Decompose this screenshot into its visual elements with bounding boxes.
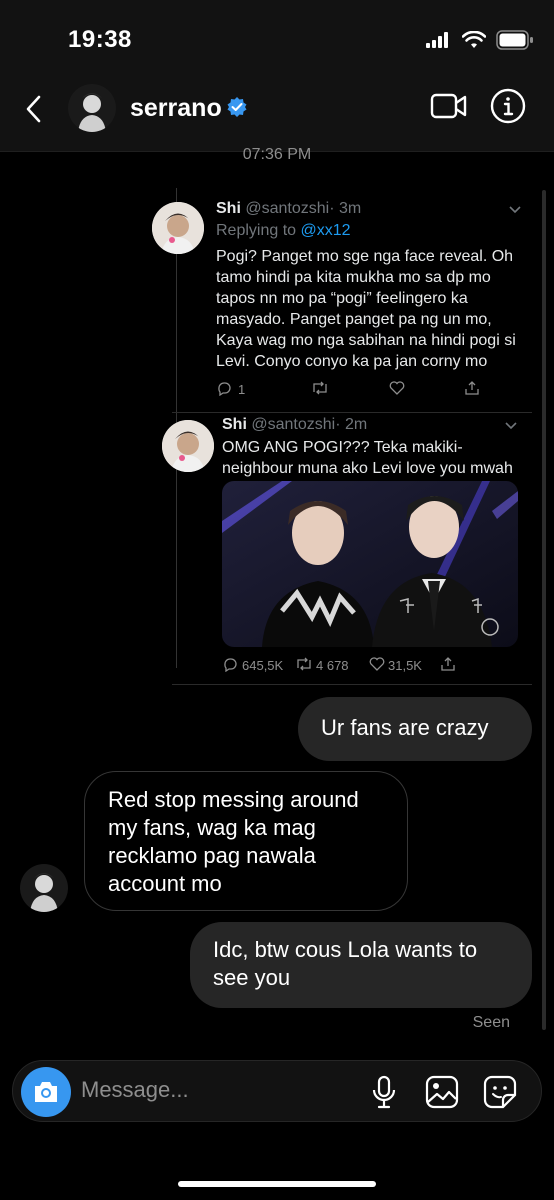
- tweet-text-line: Pogi? Panget mo sge nga face reveal. Oh: [216, 248, 514, 265]
- quoted-tweet-age: · 2m: [335, 416, 368, 433]
- sticker-button[interactable]: [483, 1075, 517, 1114]
- tweet-photo: [222, 481, 518, 647]
- message-timestamp: 07:36 PM: [242, 146, 312, 163]
- replying-to-mention: @xx12: [300, 222, 351, 239]
- tweet-text-line: Levi. Conyo conyo ka pa jan corny mo: [216, 353, 488, 370]
- retweet-icon: [310, 380, 388, 399]
- microphone-icon: [371, 1075, 397, 1113]
- message-bubble-incoming[interactable]: Red stop messing around my fans, wag ka …: [84, 771, 408, 911]
- quoted-retweet-count: 4 678: [316, 658, 349, 673]
- like-icon: [388, 380, 464, 399]
- tweet-text-line: Kaya wag mo nga sabihan na hindi pogi si: [216, 332, 516, 349]
- gallery-icon: [425, 1075, 459, 1113]
- battery-icon: [496, 30, 534, 55]
- share-icon: [440, 656, 456, 675]
- tweet-text-line: tapos nn mo pa “pogi” feelingero ka: [216, 290, 468, 307]
- tweet-divider: [172, 412, 532, 413]
- contact-name[interactable]: serrano: [130, 94, 222, 123]
- quoted-like-count: 31,5K: [388, 658, 422, 673]
- back-button[interactable]: [20, 94, 50, 124]
- shared-tweet-image[interactable]: Shi @santozshi· 3m Replying to @xx12 Pog…: [152, 188, 532, 688]
- home-indicator[interactable]: [178, 1181, 376, 1187]
- message-text-line: recklamo pag nawala: [108, 843, 316, 868]
- sender-avatar[interactable]: [20, 864, 68, 912]
- quoted-tweet-actions: 645,5K 4 678 31,5K: [222, 656, 522, 675]
- tweet-text: Pogi? Panget mo sge nga face reveal. Oh …: [216, 246, 532, 372]
- message-text-line: my fans, wag ka mag: [108, 815, 316, 840]
- message-bubble-outgoing[interactable]: Idc, btw cous Lola wants to see you: [190, 922, 532, 1008]
- message-text-line: account mo: [108, 871, 222, 896]
- retweet-icon: [294, 656, 314, 675]
- quoted-tweet-text: OMG ANG POGI??? Teka makiki- neighbour m…: [222, 437, 522, 479]
- video-call-icon: [430, 93, 468, 124]
- message-text-line: Idc, btw cous Lola wants to: [213, 937, 478, 962]
- tweet-avatar: [152, 202, 204, 254]
- back-arrow-icon: [20, 95, 50, 128]
- signal-icon: [426, 32, 452, 53]
- chat-header: serrano: [0, 80, 554, 152]
- reply-icon: [216, 380, 232, 399]
- scrollbar[interactable]: [542, 190, 546, 1030]
- message-bubble-outgoing[interactable]: Ur fans are crazy: [298, 697, 532, 761]
- chevron-down-icon: [504, 418, 518, 434]
- chevron-down-icon: [508, 202, 522, 218]
- message-input[interactable]: [81, 1077, 341, 1103]
- camera-button[interactable]: [21, 1067, 71, 1117]
- reply-count: 1: [238, 382, 246, 397]
- tweet-divider: [172, 684, 532, 685]
- wifi-icon: [461, 30, 487, 54]
- gallery-button[interactable]: [425, 1075, 459, 1114]
- tweet-text-line: neighbour muna ako Levi love you mwah: [222, 460, 513, 477]
- status-time: 19:38: [68, 26, 132, 53]
- message-text: Ur fans are crazy: [321, 715, 489, 740]
- status-bar: 19:38: [0, 0, 554, 80]
- quoted-tweet-author-handle: @santozshi: [251, 416, 336, 433]
- tweet-actions: 1: [216, 380, 486, 399]
- quoted-reply-count: 645,5K: [242, 658, 284, 673]
- info-icon: [490, 88, 526, 128]
- reply-icon: [222, 656, 238, 675]
- verified-badge-icon: [226, 96, 248, 118]
- quoted-tweet-author-name: Shi: [222, 416, 247, 433]
- quoted-tweet-avatar: [162, 420, 214, 472]
- camera-icon: [32, 1079, 60, 1110]
- video-call-button[interactable]: [430, 92, 468, 125]
- info-button[interactable]: [490, 88, 526, 129]
- tweet-author-handle: @santozshi: [245, 200, 330, 217]
- message-text-line: Red stop messing around: [108, 787, 359, 812]
- status-icons: [426, 30, 534, 55]
- seen-indicator: Seen: [472, 1014, 510, 1031]
- like-icon: [368, 656, 386, 675]
- voice-message-button[interactable]: [371, 1075, 397, 1114]
- share-icon: [464, 380, 480, 399]
- replying-to-label: Replying to: [216, 222, 297, 239]
- message-text-line: see you: [213, 965, 291, 990]
- tweet-author-name: Shi: [216, 200, 241, 217]
- tweet-text-line: masyado. Panget panget pa ng un mo,: [216, 311, 492, 328]
- contact-avatar[interactable]: [68, 84, 116, 132]
- sticker-icon: [483, 1075, 517, 1113]
- tweet-text-line: OMG ANG POGI??? Teka makiki-: [222, 439, 463, 456]
- message-composer: [12, 1060, 542, 1122]
- tweet-age: · 3m: [329, 200, 362, 217]
- tweet-text-line: tamo hindi pa kita mukha mo sa dp mo: [216, 269, 491, 286]
